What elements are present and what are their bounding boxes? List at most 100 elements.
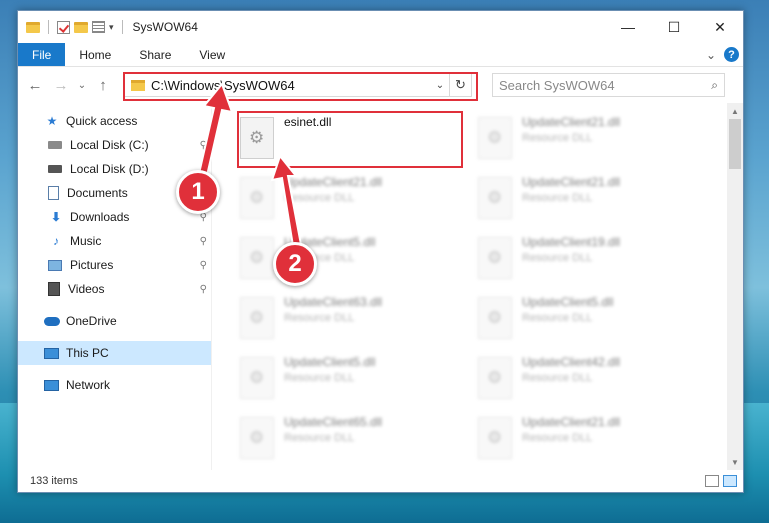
sidebar-item-label: Pictures [70,258,114,272]
expand-ribbon-icon[interactable]: ⌄ [706,48,716,62]
file-name: UpdateClient19.dll [522,235,621,249]
search-icon[interactable]: ⌕ [711,78,718,93]
file-item[interactable]: UpdateClient21.dll Resource DLL [474,411,674,467]
file-type: Resource DLL [522,312,593,324]
tab-home[interactable]: Home [65,43,125,66]
tab-file[interactable]: File [18,43,66,66]
search-placeholder: Search SysWOW64 [499,77,615,93]
sidebar-item-quick-access[interactable]: ★ Quick access [18,109,211,133]
sidebar-item-this-pc[interactable]: This PC [18,341,211,365]
details-view-icon[interactable] [705,475,719,487]
minimize-button[interactable]: — [605,11,651,43]
file-name: UpdateClient21.dll [522,175,621,189]
sidebar-item-local-disk-c[interactable]: Local Disk (C:) ⚲ [18,133,211,157]
file-item[interactable]: UpdateClient5.dll Resource DLL [236,351,436,407]
dll-file-icon [478,297,512,339]
file-item[interactable]: UpdateClient63.dll Resource DLL [236,291,436,347]
file-item[interactable]: esinet.dll [236,111,436,167]
toolbar-separator [121,20,123,34]
properties-check-icon[interactable] [57,20,70,34]
tab-share[interactable]: Share [125,43,185,66]
close-button[interactable]: ✕ [697,11,743,43]
file-type: Resource DLL [284,372,355,384]
sidebar-item-label: Quick access [66,114,138,128]
sidebar-item-videos[interactable]: Videos ⚲ [18,277,211,301]
file-type: Resource DLL [522,132,593,144]
vertical-scrollbar[interactable]: ▲ ▼ [727,103,743,470]
file-type: Resource DLL [284,312,355,324]
pin-icon[interactable]: ⚲ [200,236,207,247]
dll-file-icon [240,117,274,159]
ribbon-tabs: File Home Share View ⌄ ? [18,43,743,67]
maximize-button[interactable]: ☐ [651,11,697,43]
file-item[interactable]: UpdateClient42.dll Resource DLL [474,351,674,407]
file-item[interactable]: UpdateClient19.dll Resource DLL [474,231,674,287]
file-item[interactable]: UpdateClient5.dll Resource DLL [474,291,674,347]
search-input[interactable]: Search SysWOW64 ⌕ [492,73,725,97]
file-item[interactable]: UpdateClient65.dll Resource DLL [236,411,436,467]
cloud-icon [44,316,60,326]
music-icon: ♪ [53,234,59,248]
quick-access-toolbar: ▾ [26,20,127,34]
window-controls: — ☐ ✕ [605,11,743,43]
file-name: UpdateClient65.dll [284,415,383,429]
videos-icon [48,282,60,296]
up-arrow-icon[interactable]: ↑ [92,74,114,96]
file-type: Resource DLL [522,432,593,444]
folder-icon[interactable] [26,21,40,33]
file-item[interactable]: UpdateClient21.dll Resource DLL [236,171,436,227]
address-path[interactable]: C:\Windows\SysWOW64 [151,78,295,93]
navigation-pane: ★ Quick access Local Disk (C:) ⚲ Local D… [18,103,212,470]
file-type: Resource DLL [522,192,593,204]
dll-file-icon [478,117,512,159]
new-folder-icon[interactable] [74,21,88,33]
scroll-up-arrow-icon[interactable]: ▲ [727,103,743,119]
sidebar-item-pictures[interactable]: Pictures ⚲ [18,253,211,277]
recent-locations-chevron-icon[interactable]: ⌄ [76,74,88,96]
file-type: Resource DLL [522,372,593,384]
file-name: UpdateClient42.dll [522,355,621,369]
sidebar-item-label: Documents [67,186,128,200]
scroll-down-arrow-icon[interactable]: ▼ [727,454,743,470]
main-body: ★ Quick access Local Disk (C:) ⚲ Local D… [18,103,743,470]
navigation-bar: ← → ⌄ ↑ C:\Windows\SysWOW64 ⌄ ↻ Search S… [18,67,743,103]
back-arrow-icon[interactable]: ← [24,74,46,96]
file-item[interactable]: UpdateClient21.dll Resource DLL [474,171,674,227]
file-item[interactable]: UpdateClient5.dll Resource DLL [236,231,436,287]
large-icons-view-icon[interactable] [723,475,737,487]
address-bar[interactable]: C:\Windows\SysWOW64 ⌄ ↻ [124,73,472,97]
computer-icon [44,347,59,359]
network-icon [44,379,59,391]
properties-icon[interactable] [92,21,105,33]
pin-icon[interactable]: ⚲ [200,284,207,295]
sidebar-item-network[interactable]: Network [18,373,211,397]
file-name: UpdateClient21.dll [522,415,621,429]
folder-icon [131,79,145,91]
sidebar-item-label: Music [70,234,102,248]
file-name: UpdateClient21.dll [284,175,383,189]
documents-icon [48,186,59,200]
sidebar-item-downloads[interactable]: ⬇ Downloads ⚲ [18,205,211,229]
dll-file-icon [478,357,512,399]
sidebar-item-label: This PC [66,346,109,360]
chevron-down-icon[interactable]: ⌄ [431,80,449,91]
scrollbar-thumb[interactable] [729,119,741,169]
file-item[interactable]: UpdateClient21.dll Resource DLL [474,111,674,167]
forward-arrow-icon[interactable]: → [50,74,72,96]
drive-icon [48,165,62,173]
sidebar-item-music[interactable]: ♪ Music ⚲ [18,229,211,253]
sidebar-item-onedrive[interactable]: OneDrive [18,309,211,333]
ribbon-right: ⌄ ? [706,43,743,66]
tab-view[interactable]: View [185,43,239,66]
window-title: SysWOW64 [132,20,198,34]
dll-file-icon [240,177,274,219]
pin-icon[interactable]: ⚲ [200,140,207,151]
sidebar-item-label: Local Disk (D:) [70,162,149,176]
help-icon[interactable]: ? [724,47,739,62]
dll-file-icon [240,297,274,339]
sidebar-item-label: Videos [68,282,105,296]
customize-toolbar-icon[interactable]: ▾ [109,22,114,33]
refresh-icon[interactable]: ↻ [449,74,471,96]
callout-badge-1: 1 [176,170,220,214]
pin-icon[interactable]: ⚲ [200,260,207,271]
